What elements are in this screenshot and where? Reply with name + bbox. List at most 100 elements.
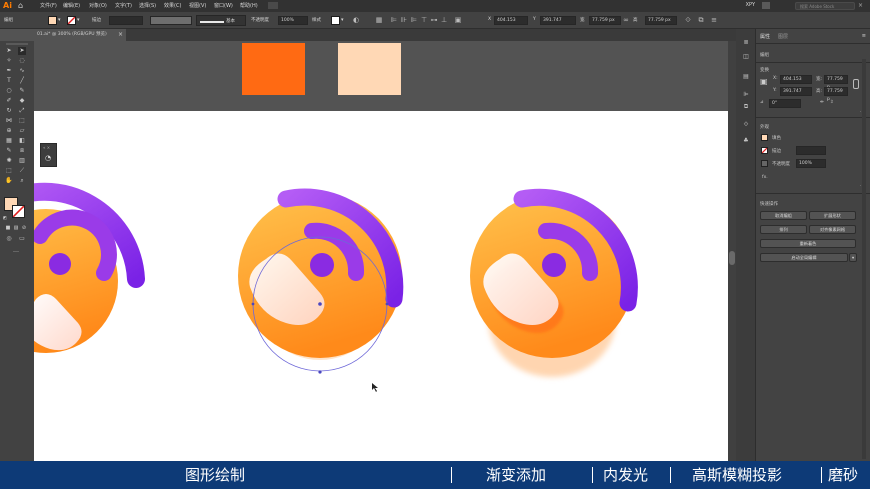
- home-icon[interactable]: ⌂: [18, 1, 28, 10]
- hand-tool-icon[interactable]: ✋: [5, 177, 13, 185]
- gradient-mode-icon[interactable]: ▨: [12, 224, 20, 232]
- pathfinder-panel-icon[interactable]: ⧉: [742, 103, 750, 110]
- close-icon[interactable]: ×: [118, 29, 123, 41]
- menu-view[interactable]: 视图(V): [189, 2, 206, 9]
- align-center-icon[interactable]: ⊪: [400, 16, 408, 24]
- flip-vertical-icon[interactable]: ⇳: [830, 100, 834, 105]
- graph-tool-icon[interactable]: ▥: [18, 157, 26, 165]
- graphic-style-swatch[interactable]: [331, 16, 340, 25]
- rotate-icon[interactable]: ⊿: [760, 100, 764, 105]
- paintbrush-tool-icon[interactable]: ✎: [18, 87, 26, 95]
- align-panel-icon[interactable]: ⊫: [742, 91, 750, 98]
- phone-icon-variant-3[interactable]: [470, 188, 638, 377]
- panel-grip[interactable]: [6, 43, 28, 45]
- panel-scrollbar[interactable]: [862, 59, 866, 459]
- menu-window[interactable]: 窗口(W): [214, 2, 233, 9]
- align-left-icon[interactable]: ⊫: [390, 16, 398, 24]
- none-mode-icon[interactable]: ⊘: [20, 224, 28, 232]
- menu-edit[interactable]: 编辑(E): [63, 2, 80, 9]
- zoom-tool-icon[interactable]: ⌕: [18, 177, 26, 185]
- screen-mode-icon[interactable]: ▭: [18, 235, 26, 243]
- menu-file[interactable]: 文件(F): [40, 2, 57, 9]
- menu-effect[interactable]: 效果(C): [164, 2, 181, 9]
- align-top-icon[interactable]: ⊤: [420, 16, 428, 24]
- libraries-panel-icon[interactable]: ▤: [742, 73, 750, 80]
- constrain-proportions-icon[interactable]: [853, 79, 859, 89]
- chevron-down-icon[interactable]: ▾: [849, 253, 857, 262]
- link-proportions-icon[interactable]: ∞: [622, 16, 630, 24]
- ellipse-tool-icon[interactable]: ○: [5, 87, 13, 95]
- align-to-icon[interactable]: ▦: [375, 16, 383, 24]
- flip-horizontal-icon[interactable]: ⇹: [820, 100, 824, 105]
- artboard-tool-icon[interactable]: ⬚: [5, 167, 13, 175]
- fill-swatch[interactable]: [761, 134, 768, 141]
- more-options-icon[interactable]: ≡: [710, 16, 718, 24]
- shaper-tool-icon[interactable]: ✐: [5, 97, 13, 105]
- eyedropper-tool-icon[interactable]: ✎: [5, 147, 13, 155]
- menu-object[interactable]: 对象(O): [89, 2, 107, 9]
- chevron-down-icon[interactable]: ▾: [77, 17, 80, 23]
- direct-selection-tool-icon[interactable]: ➤: [18, 47, 26, 55]
- free-transform-tool-icon[interactable]: ⬚: [18, 117, 26, 125]
- layers-panel-icon[interactable]: ◫: [742, 53, 750, 60]
- rotate-tool-icon[interactable]: ↻: [5, 107, 13, 115]
- search-input[interactable]: 搜索 Adobe Stock: [795, 2, 855, 10]
- stroke-swatch[interactable]: [67, 16, 76, 25]
- fill-swatch[interactable]: [48, 16, 57, 25]
- appearance-panel-icon[interactable]: ♣: [742, 137, 750, 144]
- panel-menu-icon[interactable]: ≡: [862, 33, 866, 39]
- curvature-tool-icon[interactable]: ∿: [18, 67, 26, 75]
- rotate-field[interactable]: 0°: [769, 99, 801, 108]
- stroke-profile-select[interactable]: 基本: [196, 15, 246, 26]
- opacity-field[interactable]: 100%: [278, 16, 308, 25]
- menu-help[interactable]: 帮助(H): [240, 2, 258, 9]
- recolor-button[interactable]: 重新着色: [760, 239, 856, 248]
- ungroup-button[interactable]: 取消编组: [760, 211, 807, 220]
- align-to-pixel-grid-button[interactable]: 对齐像素网格: [809, 225, 856, 234]
- workspace-switcher[interactable]: XPY: [746, 2, 755, 8]
- blend-tool-icon[interactable]: ⧈: [18, 147, 26, 155]
- width-field[interactable]: 77.759 px: [589, 16, 621, 25]
- symbol-sprayer-tool-icon[interactable]: ✺: [5, 157, 13, 165]
- properties-panel-icon[interactable]: ≣: [742, 39, 750, 46]
- height-field[interactable]: 77.759 p: [824, 87, 848, 102]
- eraser-tool-icon[interactable]: ◆: [18, 97, 26, 105]
- isolate-group-icon[interactable]: ⧉: [697, 16, 705, 24]
- tab-properties[interactable]: 属性: [760, 33, 770, 40]
- menu-type[interactable]: 文字(T): [115, 2, 132, 9]
- slice-tool-icon[interactable]: ⟋: [18, 167, 26, 175]
- chevron-down-icon[interactable]: ▾: [341, 17, 344, 23]
- reference-point-icon[interactable]: ▣: [760, 77, 769, 86]
- mesh-tool-icon[interactable]: ▦: [5, 137, 13, 145]
- y-field[interactable]: 391.747: [540, 16, 576, 25]
- scale-tool-icon[interactable]: ⤢: [18, 107, 26, 115]
- vertical-scrollbar[interactable]: [728, 41, 736, 461]
- gradient-tool-icon[interactable]: ◧: [18, 137, 26, 145]
- stroke-weight-field[interactable]: [109, 16, 143, 25]
- height-field[interactable]: 77.759 px: [645, 16, 677, 25]
- align-bottom-icon[interactable]: ⊥: [440, 16, 448, 24]
- type-tool-icon[interactable]: T: [5, 77, 13, 85]
- perspective-tool-icon[interactable]: ▱: [18, 127, 26, 135]
- start-global-edit-button[interactable]: 启动全局编辑: [760, 253, 848, 262]
- scrollbar-thumb[interactable]: [729, 251, 735, 265]
- align-right-icon[interactable]: ⊫: [410, 16, 418, 24]
- width-tool-icon[interactable]: ⋈: [5, 117, 13, 125]
- x-field[interactable]: 404.153: [494, 16, 528, 25]
- stroke-color-box[interactable]: [12, 205, 25, 218]
- reference-point-icon[interactable]: ▣: [454, 16, 462, 24]
- default-colors-icon[interactable]: ◩: [3, 215, 8, 220]
- opacity-field[interactable]: 100%: [796, 159, 826, 168]
- edit-toolbar-icon[interactable]: …: [12, 247, 20, 255]
- window-close-icon[interactable]: ×: [858, 2, 864, 9]
- arrange-button[interactable]: 排列: [760, 225, 807, 234]
- layout-menu-icon[interactable]: [268, 2, 278, 9]
- chevron-down-icon[interactable]: ▾: [58, 17, 61, 23]
- canvas[interactable]: « × ◔: [34, 41, 728, 461]
- expand-shape-button[interactable]: 扩展形状: [809, 211, 856, 220]
- stroke-swatch[interactable]: [761, 147, 768, 154]
- transform-panel-icon[interactable]: ⟐: [742, 121, 750, 128]
- document-tab[interactable]: 01.ai* @ 300% (RGB/GPU 预览) ×: [34, 29, 126, 41]
- align-middle-icon[interactable]: ⊶: [430, 16, 438, 24]
- arrange-icon[interactable]: [762, 2, 770, 9]
